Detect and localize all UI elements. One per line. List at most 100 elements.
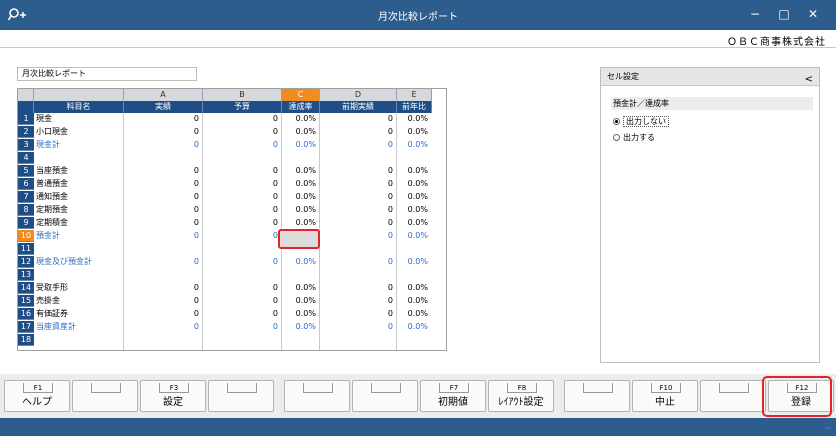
value-cell[interactable]: 0	[124, 126, 203, 138]
account-name-cell[interactable]: 売掛金	[34, 295, 124, 307]
close-icon[interactable]: ✕	[806, 7, 820, 21]
value-cell[interactable]: 0	[203, 308, 282, 320]
value-cell[interactable]	[203, 269, 282, 281]
value-cell[interactable]	[282, 152, 320, 164]
value-cell[interactable]: 0	[320, 230, 397, 242]
row-number[interactable]: 1	[18, 113, 34, 125]
value-cell[interactable]: 0	[124, 230, 203, 242]
value-cell[interactable]: 0.0%	[282, 165, 320, 177]
value-cell[interactable]: 0.0%	[282, 295, 320, 307]
maximize-icon[interactable]: □	[777, 7, 791, 21]
value-cell[interactable]	[203, 334, 282, 346]
value-cell[interactable]: 0	[320, 321, 397, 333]
value-cell[interactable]: 0.0%	[397, 113, 432, 125]
value-cell[interactable]: 0	[320, 282, 397, 294]
value-cell[interactable]: 0	[320, 204, 397, 216]
value-cell[interactable]: 0.0%	[397, 139, 432, 151]
row-number[interactable]: 5	[18, 165, 34, 177]
selected-cell-highlight[interactable]	[278, 229, 320, 249]
fkey-button-11[interactable]	[700, 380, 766, 412]
column-letter-b[interactable]: B	[203, 89, 282, 101]
value-cell[interactable]: 0	[320, 191, 397, 203]
value-cell[interactable]: 0	[203, 217, 282, 229]
value-cell[interactable]: 0	[124, 217, 203, 229]
value-cell[interactable]: 0	[203, 191, 282, 203]
minimize-icon[interactable]: −	[748, 7, 762, 21]
value-cell[interactable]: 0.0%	[282, 139, 320, 151]
value-cell[interactable]: 0.0%	[397, 178, 432, 190]
fkey-button-4[interactable]	[208, 380, 274, 412]
value-cell[interactable]	[124, 269, 203, 281]
value-cell[interactable]: 0	[124, 282, 203, 294]
value-cell[interactable]	[397, 243, 432, 255]
value-cell[interactable]: 0.0%	[397, 126, 432, 138]
account-name-cell[interactable]: 有価証券	[34, 308, 124, 320]
radio-unchecked-icon[interactable]	[613, 134, 620, 141]
value-cell[interactable]: 0.0%	[397, 230, 432, 242]
value-cell[interactable]: 0.0%	[282, 113, 320, 125]
value-cell[interactable]	[282, 334, 320, 346]
fkey-button-10[interactable]: F10 中止	[632, 380, 698, 412]
value-cell[interactable]: 0	[124, 204, 203, 216]
value-cell[interactable]: 0	[320, 217, 397, 229]
account-name-cell[interactable]: 通知預金	[34, 191, 124, 203]
value-cell[interactable]: 0.0%	[282, 217, 320, 229]
account-name-cell[interactable]: 当座預金	[34, 165, 124, 177]
value-cell[interactable]: 0.0%	[282, 308, 320, 320]
account-name-cell[interactable]: 定期積金	[34, 217, 124, 229]
account-name-cell[interactable]: 現金及び預金計	[34, 256, 124, 268]
fkey-button-6[interactable]	[352, 380, 418, 412]
value-cell[interactable]	[203, 152, 282, 164]
row-number[interactable]: 10	[18, 230, 34, 242]
radio-option-output[interactable]: 出力する	[613, 132, 655, 144]
radio-option-no-output[interactable]: 出力しない	[613, 116, 669, 128]
value-cell[interactable]	[397, 269, 432, 281]
value-cell[interactable]	[124, 243, 203, 255]
value-cell[interactable]: 0.0%	[397, 165, 432, 177]
fkey-button-2[interactable]	[72, 380, 138, 412]
account-name-cell[interactable]	[34, 334, 124, 346]
value-cell[interactable]: 0.0%	[397, 256, 432, 268]
value-cell[interactable]: 0	[203, 256, 282, 268]
account-name-cell[interactable]: 普通預金	[34, 178, 124, 190]
value-cell[interactable]: 0.0%	[397, 217, 432, 229]
column-header[interactable]: 達成率	[282, 101, 320, 113]
value-cell[interactable]: 0	[124, 321, 203, 333]
value-cell[interactable]	[203, 243, 282, 255]
value-cell[interactable]: 0.0%	[282, 178, 320, 190]
account-name-cell[interactable]	[34, 152, 124, 164]
value-cell[interactable]	[124, 152, 203, 164]
value-cell[interactable]: 0	[203, 230, 282, 242]
row-number[interactable]: 3	[18, 139, 34, 151]
value-cell[interactable]: 0	[203, 204, 282, 216]
value-cell[interactable]: 0	[203, 113, 282, 125]
value-cell[interactable]: 0.0%	[282, 204, 320, 216]
row-number[interactable]: 7	[18, 191, 34, 203]
account-name-cell[interactable]	[34, 243, 124, 255]
value-cell[interactable]: 0	[124, 256, 203, 268]
resize-grip-icon[interactable]: ⋯	[824, 424, 832, 432]
fkey-button-7[interactable]: F7 初期値	[420, 380, 486, 412]
value-cell[interactable]: 0	[124, 178, 203, 190]
value-cell[interactable]: 0	[203, 165, 282, 177]
value-cell[interactable]: 0	[320, 308, 397, 320]
account-name-cell[interactable]: 定期預金	[34, 204, 124, 216]
row-number[interactable]: 9	[18, 217, 34, 229]
row-number[interactable]: 18	[18, 334, 34, 346]
column-letter-d[interactable]: D	[320, 89, 397, 101]
column-letter-a[interactable]: A	[124, 89, 203, 101]
value-cell[interactable]: 0.0%	[397, 191, 432, 203]
value-cell[interactable]: 0	[124, 308, 203, 320]
value-cell[interactable]: 0.0%	[397, 321, 432, 333]
fkey-button-9[interactable]	[564, 380, 630, 412]
row-number[interactable]: 8	[18, 204, 34, 216]
row-number[interactable]: 17	[18, 321, 34, 333]
value-cell[interactable]: 0	[203, 139, 282, 151]
radio-checked-icon[interactable]	[613, 118, 620, 125]
value-cell[interactable]: 0.0%	[282, 126, 320, 138]
value-cell[interactable]	[320, 152, 397, 164]
row-number[interactable]: 14	[18, 282, 34, 294]
account-name-cell[interactable]: 預金計	[34, 230, 124, 242]
value-cell[interactable]	[282, 269, 320, 281]
value-cell[interactable]: 0	[320, 126, 397, 138]
